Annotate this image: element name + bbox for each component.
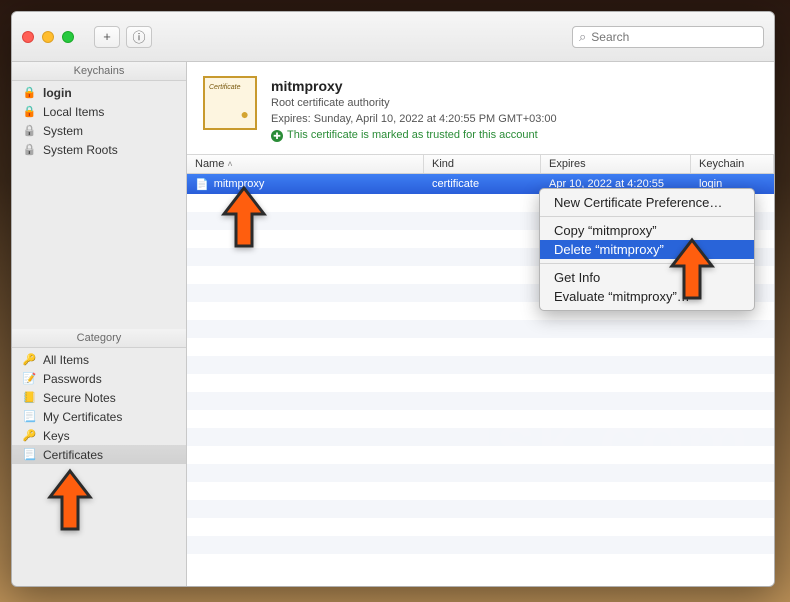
keychain-label: System bbox=[43, 124, 83, 138]
annotation-arrow-icon bbox=[44, 467, 96, 535]
keychains-list: login Local Items System System Roots bbox=[12, 81, 186, 161]
window-close-button[interactable] bbox=[22, 31, 34, 43]
toolbar-info-button[interactable]: ⓘ bbox=[126, 26, 152, 48]
context-menu-evaluate[interactable]: Evaluate “mitmproxy”… bbox=[540, 287, 754, 306]
search-field-container[interactable]: ⌕ bbox=[572, 26, 764, 48]
category-label: Keys bbox=[43, 429, 70, 443]
sidebar: Keychains login Local Items System Syste… bbox=[12, 62, 187, 586]
context-menu-copy[interactable]: Copy “mitmproxy” bbox=[540, 221, 754, 240]
notes-icon bbox=[22, 390, 37, 405]
cert-icon bbox=[22, 447, 37, 462]
keychain-local-items[interactable]: Local Items bbox=[12, 102, 186, 121]
key-icon bbox=[22, 428, 37, 443]
category-label: All Items bbox=[43, 353, 89, 367]
category-certificates[interactable]: Certificates bbox=[12, 445, 186, 464]
row-kind: certificate bbox=[432, 178, 479, 190]
category-passwords[interactable]: Passwords bbox=[12, 369, 186, 388]
certificate-trust-status: This certificate is marked as trusted fo… bbox=[271, 128, 557, 144]
keychain-label: login bbox=[43, 86, 72, 100]
items-icon bbox=[22, 352, 37, 367]
certificate-expires: Expires: Sunday, April 10, 2022 at 4:20:… bbox=[271, 112, 557, 128]
category-keys[interactable]: Keys bbox=[12, 426, 186, 445]
lock-icon bbox=[22, 104, 37, 119]
column-header-keychain[interactable]: Keychain bbox=[691, 155, 774, 173]
traffic-lights bbox=[22, 31, 74, 43]
category-label: Secure Notes bbox=[43, 391, 116, 405]
context-menu: New Certificate Preference… Copy “mitmpr… bbox=[539, 188, 755, 311]
category-label: Certificates bbox=[43, 448, 103, 462]
main-panel: mitmproxy Root certificate authority Exp… bbox=[187, 62, 774, 586]
table-header-row: Name˄ Kind Expires Keychain bbox=[187, 155, 774, 174]
context-menu-delete[interactable]: Delete “mitmproxy” bbox=[540, 240, 754, 259]
annotation-arrow-icon bbox=[666, 236, 718, 304]
keychain-label: System Roots bbox=[43, 143, 118, 157]
context-menu-get-info[interactable]: Get Info bbox=[540, 268, 754, 287]
window-minimize-button[interactable] bbox=[42, 31, 54, 43]
certificate-details-panel: mitmproxy Root certificate authority Exp… bbox=[187, 62, 774, 155]
column-header-name[interactable]: Name˄ bbox=[187, 155, 424, 173]
category-list: All Items Passwords Secure Notes My Cert… bbox=[12, 348, 186, 466]
keychain-access-window: + ⓘ ⌕ Keychains login Local Items System… bbox=[11, 11, 775, 587]
passwords-icon bbox=[22, 371, 37, 386]
category-all-items[interactable]: All Items bbox=[12, 350, 186, 369]
context-menu-new-preference[interactable]: New Certificate Preference… bbox=[540, 193, 754, 212]
certificate-authority: Root certificate authority bbox=[271, 96, 557, 112]
lock-icon bbox=[22, 85, 37, 100]
column-header-expires[interactable]: Expires bbox=[541, 155, 691, 173]
info-icon: ⓘ bbox=[132, 27, 145, 46]
menu-separator bbox=[540, 216, 754, 217]
category-secure-notes[interactable]: Secure Notes bbox=[12, 388, 186, 407]
menu-separator bbox=[540, 263, 754, 264]
sort-indicator-icon: ˄ bbox=[227, 159, 232, 169]
toolbar-add-button[interactable]: + bbox=[94, 26, 120, 48]
search-input[interactable] bbox=[591, 30, 757, 44]
certificate-info: mitmproxy Root certificate authority Exp… bbox=[271, 76, 557, 144]
keychain-system[interactable]: System bbox=[12, 121, 186, 140]
keychain-system-roots[interactable]: System Roots bbox=[12, 140, 186, 159]
certificate-row-icon bbox=[195, 178, 209, 191]
window-zoom-button[interactable] bbox=[62, 31, 74, 43]
certificate-name: mitmproxy bbox=[271, 76, 557, 96]
lock-icon bbox=[22, 142, 37, 157]
keychain-login[interactable]: login bbox=[12, 83, 186, 102]
category-header: Category bbox=[12, 329, 186, 348]
keychains-header: Keychains bbox=[12, 62, 186, 81]
plus-icon: + bbox=[103, 29, 111, 44]
column-header-kind[interactable]: Kind bbox=[424, 155, 541, 173]
category-my-certificates[interactable]: My Certificates bbox=[12, 407, 186, 426]
cert-icon bbox=[22, 409, 37, 424]
category-label: Passwords bbox=[43, 372, 102, 386]
search-icon: ⌕ bbox=[579, 29, 586, 45]
titlebar: + ⓘ ⌕ bbox=[12, 12, 774, 62]
keychain-label: Local Items bbox=[43, 105, 104, 119]
lock-icon bbox=[22, 123, 37, 138]
category-label: My Certificates bbox=[43, 410, 122, 424]
certificate-badge-icon bbox=[203, 76, 257, 130]
annotation-arrow-icon bbox=[218, 184, 270, 252]
